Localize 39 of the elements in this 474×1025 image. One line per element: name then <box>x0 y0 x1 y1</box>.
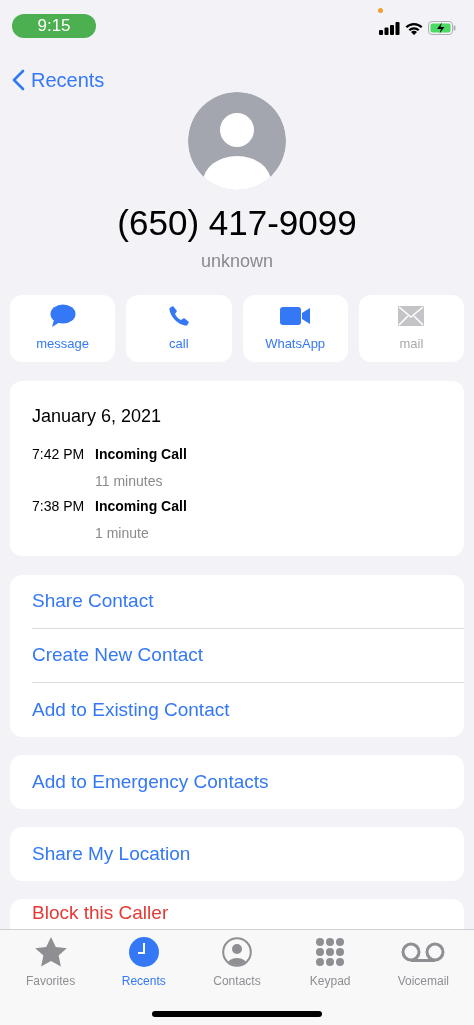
tab[interactable]: Recents <box>98 936 189 990</box>
option-link[interactable]: Share Contact <box>32 587 154 616</box>
message-bubble-icon <box>49 304 76 329</box>
action-button[interactable]: message <box>10 295 116 362</box>
clock-icon <box>128 937 159 967</box>
action-button[interactable]: call <box>126 295 232 362</box>
call-type: Incoming Call <box>95 445 187 464</box>
tab[interactable]: Contacts <box>191 936 282 990</box>
call-duration: 1 minute <box>95 524 150 543</box>
call-type: Incoming Call <box>95 497 187 516</box>
tab[interactable]: Voicemail <box>378 936 469 990</box>
call-date: January 6, 2021 <box>32 405 163 428</box>
voicemail-icon <box>401 941 446 963</box>
back-button[interactable]: Recents <box>12 65 105 95</box>
tab[interactable]: Favorites <box>5 936 96 990</box>
video-camera-icon <box>280 306 311 327</box>
option-link[interactable]: Block this Caller <box>32 903 169 922</box>
wifi-icon <box>405 21 423 35</box>
keypad-icon <box>315 937 346 967</box>
number-label: unknown <box>200 250 274 273</box>
battery-charging-icon <box>428 21 456 35</box>
person-circle-icon <box>221 937 252 967</box>
avatar-icon <box>188 92 286 190</box>
option-link[interactable]: Add to Emergency Contacts <box>32 767 269 797</box>
phone-icon <box>167 305 190 328</box>
option-link[interactable]: Share My Location <box>32 839 191 869</box>
option-link[interactable]: Create New Contact <box>32 641 204 670</box>
call-duration: 11 minutes <box>95 472 164 491</box>
envelope-icon <box>398 306 425 327</box>
call-time: 7:42 PM <box>32 445 86 464</box>
chevron-left-icon <box>12 69 25 91</box>
action-button[interactable]: WhatsApp <box>242 295 348 362</box>
option-link[interactable]: Add to Existing Contact <box>32 695 230 725</box>
phone-number: (650) 417-9099 <box>117 202 357 244</box>
star-icon <box>34 937 67 967</box>
status-time: 9:15 <box>12 14 96 38</box>
tab[interactable]: Keypad <box>285 936 376 990</box>
call-time: 7:38 PM <box>32 497 86 516</box>
signal-icon <box>379 21 400 35</box>
